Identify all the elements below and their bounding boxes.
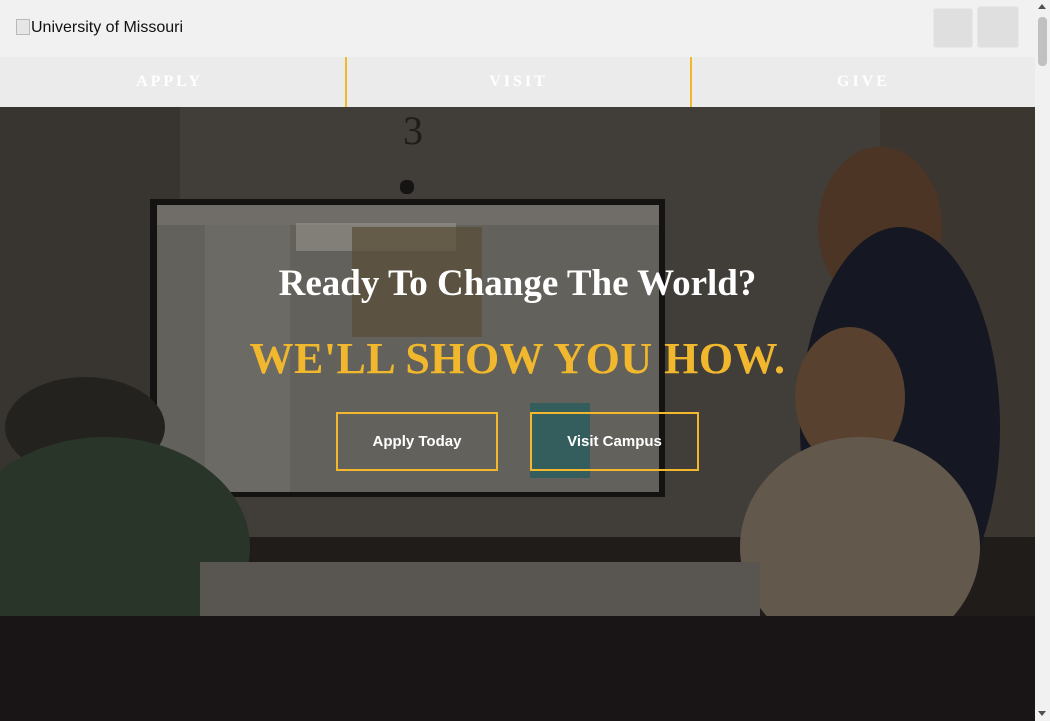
logo-link[interactable]: University of Missouri <box>16 19 183 37</box>
page: University of Missouri APPLY VISIT GIVE … <box>0 0 1035 721</box>
scroll-down-arrow-icon[interactable] <box>1038 711 1046 716</box>
broken-image-icon <box>16 19 30 35</box>
search-button[interactable] <box>933 8 973 48</box>
menu-button[interactable] <box>977 6 1019 48</box>
apply-today-button[interactable]: Apply Today <box>336 412 498 471</box>
vertical-scrollbar[interactable] <box>1035 0 1050 721</box>
action-nav: APPLY VISIT GIVE <box>0 57 1035 107</box>
nav-apply-label: APPLY <box>136 73 203 90</box>
hero-title: Ready To Change The World? <box>278 263 757 304</box>
nav-apply[interactable]: APPLY <box>0 57 345 107</box>
dark-section <box>0 616 1035 721</box>
nav-give[interactable]: GIVE <box>690 57 1035 107</box>
nav-visit-label: VISIT <box>489 73 548 90</box>
hero-banner: 3 Ready To Change The World? WE'LL SHOW … <box>0 107 1035 616</box>
hero-subtitle: WE'LL SHOW YOU HOW. <box>249 334 786 383</box>
logo-alt-text: University of Missouri <box>31 19 184 36</box>
scroll-up-arrow-icon[interactable] <box>1038 4 1046 9</box>
nav-visit[interactable]: VISIT <box>345 57 690 107</box>
scroll-thumb[interactable] <box>1038 17 1047 66</box>
nav-give-label: GIVE <box>837 73 890 90</box>
visit-campus-button[interactable]: Visit Campus <box>530 412 699 471</box>
site-header: University of Missouri <box>0 0 1035 57</box>
